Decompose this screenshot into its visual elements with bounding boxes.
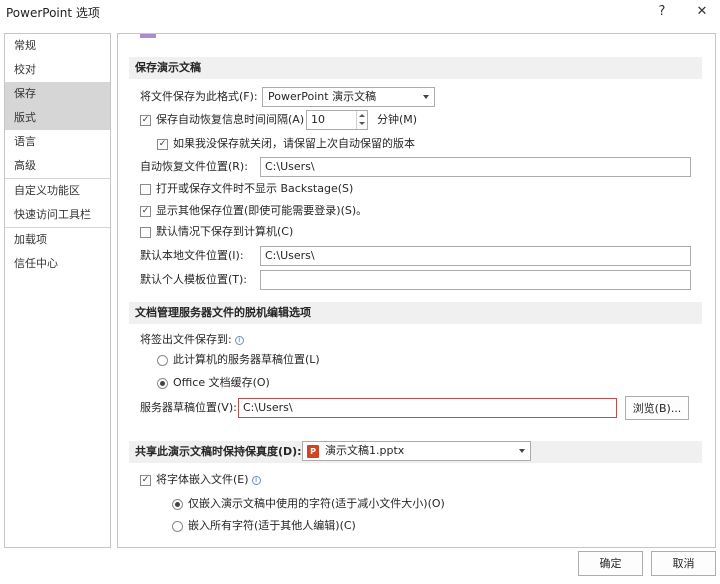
fidelity-file-value: 演示文稿1.pptx [325,444,405,457]
sidebar-item-trust-center[interactable]: 信任中心 [5,252,110,276]
window-title: PowerPoint 选项 [6,6,100,20]
embed-fonts-label: 将字体嵌入文件(E) i [156,470,261,490]
minutes-label: 分钟(M) [377,113,418,126]
show-more-locations-label: 显示其他保存位置(即使可能需要登录)(S)。 [156,204,368,217]
autosave-checkbox[interactable]: ✓ [140,115,151,126]
autosave-minutes-value: 10 [311,113,325,126]
no-backstage-checkbox[interactable] [140,184,151,195]
fidelity-label: 共享此演示文稿时保持保真度(D): [135,445,302,458]
sidebar-item-quick-access-toolbar[interactable]: 快速访问工具栏 [5,203,110,227]
default-local-location-field[interactable]: C:\Users\ [260,246,691,266]
sidebar-item-addins[interactable]: 加载项 [5,228,110,252]
server-drafts-option-label: 此计算机的服务器草稿位置(L) [173,353,320,366]
template-location-label: 默认个人模板位置(T): [140,273,248,286]
browse-button[interactable]: 浏览(B)... [625,396,689,420]
info-icon: i [251,475,261,485]
section-header-offline: 文档管理服务器文件的脱机编辑选项 [129,302,702,324]
format-label: 将文件保存为此格式(F): [140,90,258,103]
options-sidebar: 常规 校对 保存 版式 语言 高级 自定义功能区 快速访问工具栏 加载项 信任中… [4,33,111,548]
section-header-save: 保存演示文稿 [129,57,702,79]
autorecover-location-label: 自动恢复文件位置(R): [140,160,248,173]
template-location-field[interactable] [260,270,691,290]
embed-used-chars-label: 仅嵌入演示文稿中使用的字符(适于减小文件大小)(O) [188,497,445,510]
default-local-location-label: 默认本地文件位置(I): [140,249,244,262]
embed-fonts-text: 将字体嵌入文件(E) [156,473,249,486]
format-select-value: PowerPoint 演示文稿 [268,90,377,103]
save-icon [140,34,156,38]
sidebar-item-general[interactable]: 常规 [5,34,110,58]
autorecover-location-field[interactable]: C:\Users\ [260,157,691,177]
keep-last-version-label: 如果我没保存就关闭，请保留上次自动保留的版本 [173,137,415,150]
powerpoint-file-icon: P [307,445,319,458]
spinner-arrows-icon[interactable] [356,111,367,129]
office-cache-radio[interactable] [157,378,168,389]
help-button[interactable]: ? [648,2,676,22]
autosave-minutes-stepper[interactable]: 10 [306,110,368,130]
no-backstage-label: 打开或保存文件时不显示 Backstage(S) [156,182,354,195]
server-drafts-location-label: 服务器草稿位置(V): [140,401,237,414]
sidebar-item-language[interactable]: 语言 [5,130,110,154]
embed-fonts-checkbox[interactable]: ✓ [140,475,151,486]
title-bar: PowerPoint 选项 ? ✕ [0,0,720,24]
sidebar-item-advanced[interactable]: 高级 [5,154,110,178]
server-drafts-location-field[interactable]: C:\Users\ [238,398,617,418]
chevron-down-icon [519,449,525,453]
embed-all-chars-radio[interactable] [172,521,183,532]
options-content: 保存演示文稿 将文件保存为此格式(F): PowerPoint 演示文稿 ✓ 保… [117,33,716,548]
cancel-button[interactable]: 取消 [651,551,716,576]
show-more-locations-checkbox[interactable]: ✓ [140,206,151,217]
embed-used-chars-radio[interactable] [172,499,183,510]
save-checked-out-label: 将签出文件保存到: i [140,330,244,350]
close-button[interactable]: ✕ [688,2,716,22]
sidebar-item-save[interactable]: 保存 [5,82,110,106]
embed-all-chars-label: 嵌入所有字符(适于其他人编辑)(C) [188,519,356,532]
info-icon: i [234,335,244,345]
save-checked-out-text: 将签出文件保存到: [140,333,232,346]
save-to-computer-label: 默认情况下保存到计算机(C) [156,225,294,238]
keep-last-version-checkbox[interactable]: ✓ [157,139,168,150]
server-drafts-radio[interactable] [157,355,168,366]
ok-button[interactable]: 确定 [578,551,643,576]
sidebar-item-customize-ribbon[interactable]: 自定义功能区 [5,179,110,203]
sidebar-item-layout[interactable]: 版式 [5,106,110,130]
save-to-computer-checkbox[interactable] [140,227,151,238]
chevron-down-icon [423,95,429,99]
autosave-label: 保存自动恢复信息时间间隔(A) [156,113,305,126]
sidebar-item-proofing[interactable]: 校对 [5,58,110,82]
office-cache-option-label: Office 文档缓存(O) [173,376,270,389]
fidelity-file-select[interactable]: P 演示文稿1.pptx [302,441,531,461]
format-select[interactable]: PowerPoint 演示文稿 [262,87,435,107]
